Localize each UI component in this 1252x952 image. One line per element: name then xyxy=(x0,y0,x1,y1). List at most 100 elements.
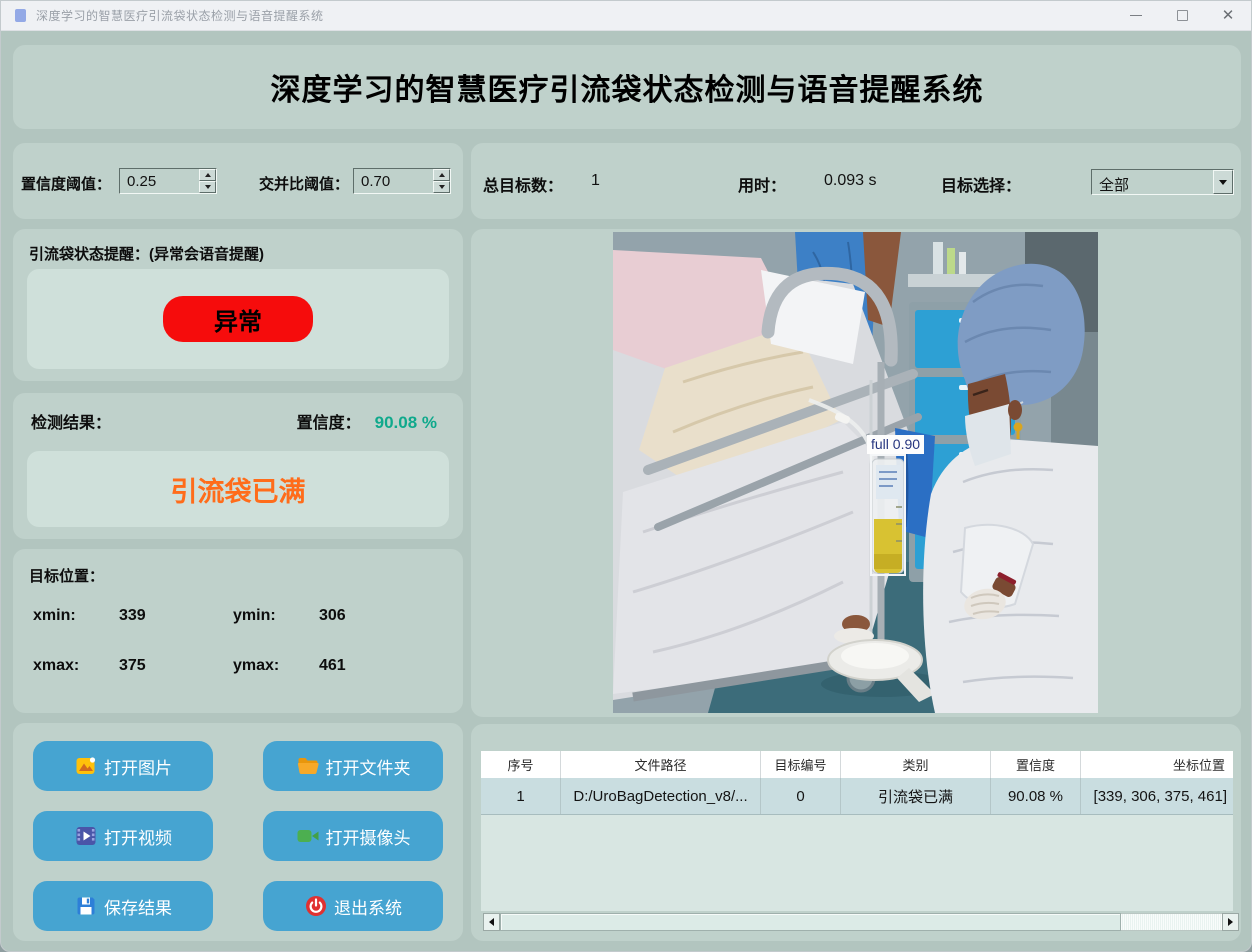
result-header: 检测结果： 置信度： 90.08 % xyxy=(31,409,437,433)
window-controls: ✕ xyxy=(1113,1,1251,30)
confidence-threshold-value[interactable]: 0.25 xyxy=(120,169,199,193)
spin-down-button[interactable] xyxy=(199,181,216,193)
total-targets-value: 1 xyxy=(591,172,600,189)
detection-label: full 0.90 xyxy=(867,435,925,454)
save-results-button[interactable]: 保存结果 xyxy=(33,881,213,931)
bag-status-title: 引流袋状态提醒：(异常会语音提醒) xyxy=(29,246,264,263)
iou-spin-buttons xyxy=(433,169,450,193)
detection-result-panel: 检测结果： 置信度： 90.08 % 引流袋已满 xyxy=(13,393,463,539)
close-icon: ✕ xyxy=(1221,7,1235,24)
bag-status-panel: 引流袋状态提醒：(异常会语音提醒) 异常 xyxy=(13,229,463,381)
open-image-button[interactable]: 打开图片 xyxy=(33,741,213,791)
coordinates-grid: xmin: 339 ymin: 306 xmax: 375 ymax: 461 xyxy=(33,607,433,675)
maximize-icon xyxy=(1176,10,1188,21)
column-header-coords: 坐标位置 xyxy=(1172,758,1225,773)
save-icon xyxy=(77,897,95,915)
arrow-left-icon xyxy=(485,918,494,926)
result-label: 检测结果： xyxy=(31,415,112,432)
button-label: 打开图片 xyxy=(104,758,172,778)
stats-panel: 总目标数： 1 用时： 0.093 s 目标选择： 全部 xyxy=(471,143,1241,219)
power-icon xyxy=(306,896,326,916)
maximize-button[interactable] xyxy=(1159,1,1205,30)
result-value: 引流袋已满 xyxy=(170,476,306,507)
confidence-group: 置信度： 90.08 % xyxy=(297,409,437,433)
window-title: 深度学习的智慧医疗引流袋状态检测与语音提醒系统 xyxy=(36,9,324,23)
table-header: 序号 文件路径 目标编号 类别 置信度 坐标位置 xyxy=(481,751,1233,778)
close-button[interactable]: ✕ xyxy=(1205,1,1251,30)
detection-bbox: full 0.90 xyxy=(867,435,925,576)
titlebar: 深度学习的智慧医疗引流袋状态检测与语音提醒系统 ✕ xyxy=(1,1,1251,31)
spin-down-button[interactable] xyxy=(433,181,450,193)
scrollbar-thumb[interactable] xyxy=(500,913,1121,931)
iou-threshold-spinbox[interactable]: 0.70 xyxy=(353,168,451,194)
photo-illustration xyxy=(613,232,1098,713)
minimize-button[interactable] xyxy=(1113,1,1159,30)
button-label: 保存结果 xyxy=(104,898,172,918)
exit-system-button[interactable]: 退出系统 xyxy=(263,881,443,931)
camera-icon xyxy=(297,830,318,842)
target-select-dropdown[interactable]: 全部 xyxy=(1091,169,1234,195)
ymax-value: 461 xyxy=(319,657,346,674)
button-label: 打开摄像头 xyxy=(325,828,411,848)
video-icon xyxy=(76,827,96,845)
header-banner: 深度学习的智慧医疗引流袋状态检测与语音提醒系统 xyxy=(13,45,1241,129)
button-label: 打开视频 xyxy=(104,828,172,848)
iou-threshold-label: 交并比阈值： xyxy=(259,176,350,193)
button-label: 打开文件夹 xyxy=(325,758,411,778)
page-title: 深度学习的智慧医疗引流袋状态检测与语音提醒系统 xyxy=(270,74,984,107)
image-icon xyxy=(76,757,96,774)
horizontal-scrollbar[interactable] xyxy=(483,913,1239,931)
confidence-threshold-label: 置信度阈值： xyxy=(21,176,112,193)
target-position-panel: 目标位置： xmin: 339 ymin: 306 xmax: 375 ymax… xyxy=(13,549,463,713)
target-select-value: 全部 xyxy=(1099,177,1130,194)
confidence-value: 90.08 % xyxy=(374,413,437,432)
confidence-spin-buttons xyxy=(199,169,216,193)
scroll-left-button[interactable] xyxy=(483,913,500,931)
cell-path: D:/UroBagDetection_v8/... xyxy=(561,778,761,814)
scroll-right-button[interactable] xyxy=(1222,913,1239,931)
result-display: 引流袋已满 xyxy=(27,451,449,527)
elapsed-time-value: 0.093 s xyxy=(824,172,877,189)
arrow-right-icon xyxy=(1228,918,1237,926)
open-camera-button[interactable]: 打开摄像头 xyxy=(263,811,443,861)
xmin-value: 339 xyxy=(119,607,146,624)
cell-target-id: 0 xyxy=(761,778,841,814)
column-header-seq: 序号 xyxy=(481,751,561,778)
xmin-label: xmin: xyxy=(33,607,76,624)
app-icon xyxy=(15,9,26,22)
arrow-down-icon xyxy=(438,185,445,192)
iou-threshold-value[interactable]: 0.70 xyxy=(354,169,433,193)
bag-status-display: 异常 xyxy=(27,269,449,369)
button-label: 退出系统 xyxy=(334,898,402,918)
table-row[interactable]: 1 D:/UroBagDetection_v8/... 0 引流袋已满 90.0… xyxy=(481,778,1233,815)
spin-up-button[interactable] xyxy=(433,169,450,181)
total-targets-label: 总目标数： xyxy=(483,178,564,195)
chevron-down-icon xyxy=(1219,179,1227,189)
cell-confidence: 90.08 % xyxy=(991,778,1081,814)
cell-category: 引流袋已满 xyxy=(841,778,991,814)
xmax-label: xmax: xyxy=(33,657,80,674)
ymin-label: ymin: xyxy=(233,607,276,624)
results-table-panel: 序号 文件路径 目标编号 类别 置信度 坐标位置 1 D:/UroBagDete… xyxy=(471,724,1241,941)
ymin-value: 306 xyxy=(319,607,346,624)
scrollbar-track[interactable] xyxy=(500,913,1222,931)
cell-coords: [339, 306, 375, 461] xyxy=(1093,787,1227,805)
dropdown-button[interactable] xyxy=(1213,170,1233,194)
elapsed-time-label: 用时： xyxy=(738,178,787,195)
results-table: 序号 文件路径 目标编号 类别 置信度 坐标位置 1 D:/UroBagDete… xyxy=(481,751,1233,911)
target-position-title: 目标位置： xyxy=(29,568,105,585)
column-header-confidence: 置信度 xyxy=(991,751,1081,778)
confidence-label: 置信度： xyxy=(296,415,361,432)
confidence-threshold-spinbox[interactable]: 0.25 xyxy=(119,168,217,194)
arrow-up-icon xyxy=(438,170,445,177)
target-select-label: 目标选择： xyxy=(941,178,1022,195)
open-video-button[interactable]: 打开视频 xyxy=(33,811,213,861)
spin-up-button[interactable] xyxy=(199,169,216,181)
arrow-up-icon xyxy=(204,170,211,177)
ymax-label: ymax: xyxy=(233,657,280,674)
column-header-category: 类别 xyxy=(841,751,991,778)
open-folder-button[interactable]: 打开文件夹 xyxy=(263,741,443,791)
threshold-panel: 置信度阈值： 0.25 交并比阈值： 0.70 xyxy=(13,143,463,219)
patient-photo: full 0.90 xyxy=(613,232,1098,713)
actions-panel: 打开图片 打开文件夹 打开视频 打开摄像头 保存结果 退出系统 xyxy=(13,723,463,941)
